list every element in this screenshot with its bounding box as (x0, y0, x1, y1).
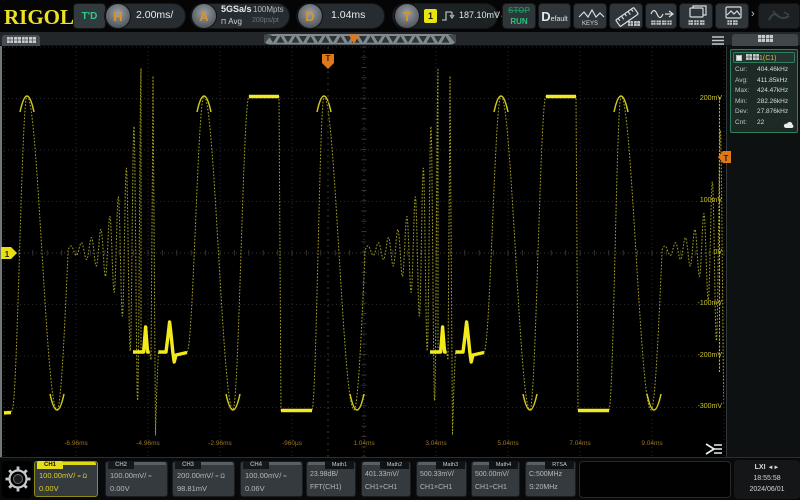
svg-text:T: T (724, 154, 729, 163)
svg-text:1: 1 (5, 250, 10, 259)
svg-text:T: T (326, 54, 331, 63)
